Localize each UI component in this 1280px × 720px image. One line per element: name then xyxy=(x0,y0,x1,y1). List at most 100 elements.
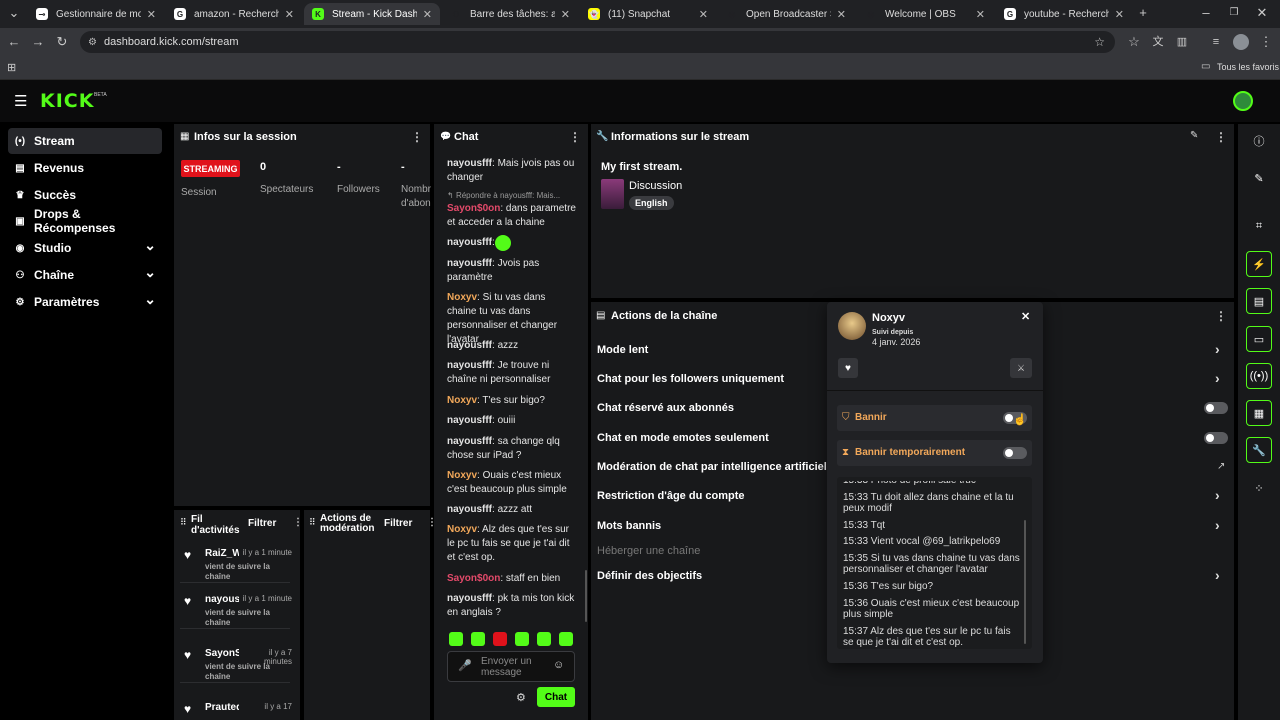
chat-username[interactable]: Noxyv xyxy=(447,524,477,535)
chat-scrollbar[interactable] xyxy=(585,570,587,622)
lightning-icon[interactable]: ⚡ xyxy=(1246,251,1272,277)
translate-icon[interactable]: 文 xyxy=(1148,28,1168,56)
chat-username[interactable]: nayousfff xyxy=(447,158,492,169)
action-item[interactable]: Modération de chat par intelligence arti… xyxy=(597,461,836,473)
feed-username[interactable]: Prautedy_12 xyxy=(205,702,239,713)
browser-tab[interactable]: ◎ Welcome | OBS ✕ xyxy=(857,3,993,25)
chevron-down-icon[interactable]: ⌄ xyxy=(144,237,156,254)
chat-username[interactable]: Noxyv xyxy=(447,395,477,406)
mod-badge-icon[interactable]: ⚔ xyxy=(1010,358,1032,378)
timeout-toggle[interactable] xyxy=(1003,447,1027,459)
reload-icon[interactable]: ↻ xyxy=(52,28,72,56)
profile-avatar[interactable] xyxy=(1233,34,1249,50)
emote-button[interactable] xyxy=(559,632,573,646)
bookmark-star-icon[interactable]: ☆ xyxy=(1094,35,1105,49)
feed-username[interactable]: RaiZ_W xyxy=(205,548,239,559)
chevron-right-icon[interactable]: › xyxy=(1215,341,1220,357)
emote-button[interactable] xyxy=(449,632,463,646)
user-avatar[interactable] xyxy=(1233,91,1253,111)
media-icon[interactable]: ≡ xyxy=(1206,28,1226,56)
tab-close-icon[interactable]: ✕ xyxy=(423,8,432,21)
tab-search-icon[interactable]: ⌄ xyxy=(4,0,24,26)
apps-grid-icon[interactable]: ⊞ xyxy=(7,61,16,74)
stream-info-menu-icon[interactable]: ⋮ xyxy=(1215,130,1227,144)
moderation-filter-button[interactable]: Filtrer xyxy=(384,518,412,529)
emote-button[interactable] xyxy=(471,632,485,646)
chat-username[interactable]: nayousfff xyxy=(447,593,492,604)
chat-bubble-icon[interactable]: ▭ xyxy=(1246,326,1272,352)
chat-username[interactable]: Noxyv xyxy=(447,470,477,481)
chevron-right-icon[interactable]: › xyxy=(1215,517,1220,533)
action-toggle[interactable] xyxy=(1204,432,1228,444)
info-icon[interactable]: ⓘ xyxy=(1246,128,1272,154)
chat-menu-icon[interactable]: ⋮ xyxy=(569,130,581,144)
tab-close-icon[interactable]: ✕ xyxy=(699,8,708,21)
emote-button[interactable] xyxy=(515,632,529,646)
restore-icon[interactable]: ❐ xyxy=(1224,0,1244,26)
tab-close-icon[interactable]: ✕ xyxy=(1115,8,1124,21)
sidebar-item-drops-r-compenses[interactable]: ▣ Drops & Récompenses xyxy=(8,207,162,235)
emote-button[interactable] xyxy=(493,632,507,646)
sidebar-item-param-tres[interactable]: ⚙ Paramètres ⌄ xyxy=(8,289,162,315)
hamburger-menu-icon[interactable]: ☰ xyxy=(14,92,27,110)
sidebar-item-succ-s[interactable]: ♛ Succès xyxy=(8,182,162,208)
tab-close-icon[interactable]: ✕ xyxy=(976,8,985,21)
microphone-icon[interactable]: 🎤 xyxy=(458,659,472,672)
browser-tab[interactable]: Gamazon - Recherche Goo ✕ xyxy=(166,3,302,25)
sidebar-item-studio[interactable]: ◉ Studio ⌄ xyxy=(8,235,162,261)
chat-username[interactable]: nayousfff xyxy=(447,258,492,269)
chat-username[interactable]: Noxyv xyxy=(447,292,477,303)
feed-filter-button[interactable]: Filtrer xyxy=(248,518,276,529)
actions-menu-icon[interactable]: ⋮ xyxy=(1215,309,1227,323)
chat-username[interactable]: nayousfff xyxy=(447,360,492,371)
chevron-down-icon[interactable]: ⌄ xyxy=(144,291,156,308)
minimize-icon[interactable]: – xyxy=(1196,0,1216,26)
browser-tab[interactable]: 👻 (11) Snapchat ✕ xyxy=(580,3,716,25)
chat-username[interactable]: nayousfff xyxy=(447,415,492,426)
browser-tab[interactable]: ◎ Open Broadcaster Softwa ✕ xyxy=(718,3,854,25)
chat-username[interactable]: nayousfff xyxy=(447,504,492,515)
document-icon[interactable]: ▤ xyxy=(1246,288,1272,314)
all-bookmarks-link[interactable]: Tous les favoris xyxy=(1217,62,1279,72)
pencil-icon[interactable]: ✎ xyxy=(1246,165,1272,191)
feed-username[interactable]: SayonS0on xyxy=(205,648,239,659)
chat-settings-icon[interactable]: ⚙ xyxy=(516,691,526,704)
kick-logo[interactable]: KICK xyxy=(40,90,94,112)
chevron-down-icon[interactable]: ⌄ xyxy=(144,264,156,281)
action-item[interactable]: Chat pour les followers uniquement xyxy=(597,373,784,385)
browser-tab[interactable]: K Stream - Kick Dashboard ✕ xyxy=(304,3,440,25)
chevron-right-icon[interactable]: › xyxy=(1215,567,1220,583)
back-icon[interactable]: ← xyxy=(4,28,24,56)
broadcast-icon[interactable]: ((•)) xyxy=(1246,363,1272,389)
external-link-icon[interactable]: ↗ xyxy=(1217,461,1225,472)
feed-username[interactable]: nayousfff xyxy=(205,594,239,605)
action-item[interactable]: Mode lent xyxy=(597,344,648,356)
browser-menu-icon[interactable]: ⋮ xyxy=(1256,28,1276,56)
forward-icon[interactable]: → xyxy=(28,28,48,56)
browser-tab[interactable]: ⊸ Gestionnaire de mots de ✕ xyxy=(28,3,164,25)
emote-button[interactable] xyxy=(537,632,551,646)
action-item[interactable]: Chat en mode emotes seulement xyxy=(597,432,769,444)
new-tab-icon[interactable]: + xyxy=(1133,0,1153,26)
tab-close-icon[interactable]: ✕ xyxy=(837,8,846,21)
heart-follow-icon[interactable]: ♥ xyxy=(838,358,858,378)
chat-send-button[interactable]: Chat xyxy=(537,687,575,707)
popup-username[interactable]: Noxyv xyxy=(872,312,905,324)
stack-icon[interactable]: ▦ xyxy=(1246,400,1272,426)
tab-close-icon[interactable]: ✕ xyxy=(147,8,156,21)
sidebar-item-cha-ne[interactable]: ⚇ Chaîne ⌄ xyxy=(8,262,162,288)
browser-tab[interactable]: ⚇ Barre des tâches: animati ✕ xyxy=(442,3,578,25)
chat-username[interactable]: Sayon$0on xyxy=(447,573,500,584)
chat-username[interactable]: Sayon$0on xyxy=(447,203,500,214)
action-item[interactable]: Définir des objectifs xyxy=(597,570,702,582)
nodes-icon[interactable]: ⁘ xyxy=(1246,475,1272,501)
tab-close-icon[interactable]: ✕ xyxy=(561,8,570,21)
browser-tab[interactable]: Gyoutube - Recherche Goo ✕ xyxy=(996,3,1132,25)
feed-menu-icon[interactable]: ⋮ xyxy=(293,517,303,528)
sidebar-icon[interactable]: ▥ xyxy=(1172,28,1192,56)
emoji-picker-icon[interactable]: ☺ xyxy=(553,659,564,671)
sidebar-item-revenus[interactable]: ▤ Revenus xyxy=(8,155,162,181)
edit-icon[interactable]: ✎ xyxy=(1190,130,1198,141)
address-bar[interactable]: ⚙ dashboard.kick.com/stream ☆ xyxy=(80,31,1115,53)
chevron-right-icon[interactable]: › xyxy=(1215,487,1220,503)
